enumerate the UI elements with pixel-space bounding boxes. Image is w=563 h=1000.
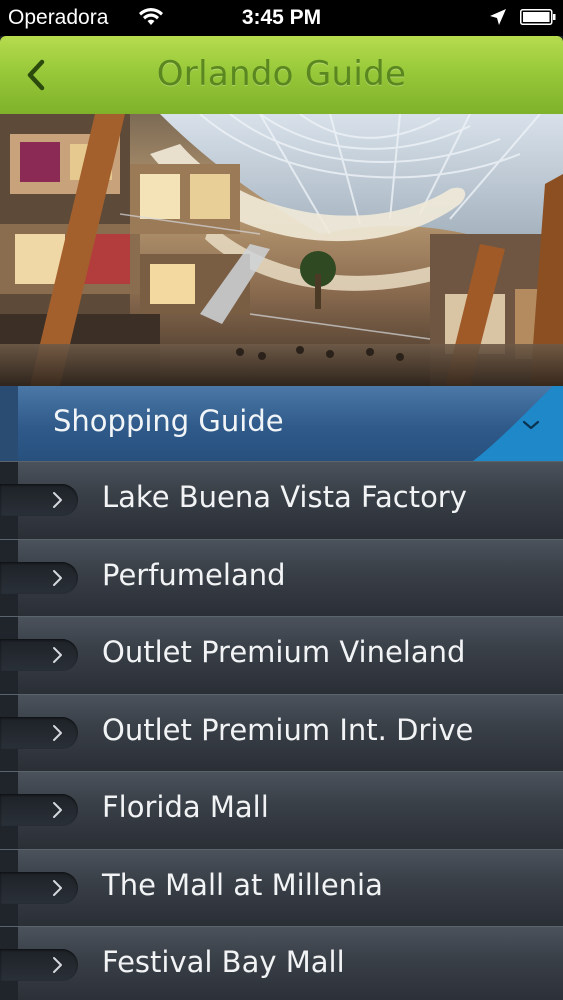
shopping-list: Lake Buena Vista Factory Perfumeland Outle… (0, 461, 563, 1000)
section-left-strip (0, 386, 18, 461)
list-item-pill (0, 794, 78, 826)
page-title: Orlando Guide (156, 54, 407, 94)
list-item-pill (0, 561, 78, 594)
chevron-down-icon[interactable] (473, 386, 563, 461)
list-item[interactable]: Perfumeland (0, 538, 563, 616)
list-item-pill (0, 716, 78, 749)
list-item[interactable]: Outlet Premium Int. Drive (0, 693, 563, 771)
list-item-label: Perfumeland (102, 557, 286, 592)
battery-icon (520, 9, 556, 25)
list-item[interactable]: Outlet Premium Vineland (0, 616, 563, 694)
list-item-pill (0, 639, 78, 671)
status-bar: Operadora 3:45 PM (0, 0, 563, 36)
section-title: Shopping Guide (53, 404, 284, 438)
chevron-right-icon (53, 724, 62, 741)
chevron-right-icon (53, 569, 62, 586)
list-item[interactable]: Florida Mall (0, 771, 563, 849)
list-item[interactable]: The Mall at Millenia (0, 848, 563, 926)
section-header[interactable]: Shopping Guide (0, 386, 563, 461)
chevron-right-icon (53, 492, 62, 508)
list-item-pill (0, 484, 78, 516)
chevron-right-icon (53, 957, 62, 973)
nav-bar: Orlando Guide (0, 36, 563, 115)
list-item-label: Lake Buena Vista Factory (102, 480, 467, 514)
app-screen: Operadora 3:45 PM Orlando Guide Shopping… (0, 0, 563, 1000)
list-item[interactable]: Festival Bay Mall (0, 926, 563, 1000)
status-time: 3:45 PM (241, 6, 322, 29)
chevron-right-icon (53, 802, 62, 818)
list-item-label: Outlet Premium Vineland (102, 635, 466, 669)
list-item-pill (0, 949, 78, 981)
chevron-right-icon (53, 879, 62, 896)
location-icon (490, 9, 506, 25)
list-item-label: Florida Mall (102, 790, 269, 824)
hero-image (0, 114, 563, 386)
list-item[interactable]: Lake Buena Vista Factory (0, 461, 563, 539)
list-item-label: The Mall at Millenia (102, 867, 383, 902)
list-item-label: Festival Bay Mall (102, 945, 345, 979)
list-item-pill (0, 871, 78, 904)
mall-interior-photo (0, 114, 563, 386)
chevron-right-icon (53, 647, 62, 663)
list-item-label: Outlet Premium Int. Drive (102, 712, 474, 747)
